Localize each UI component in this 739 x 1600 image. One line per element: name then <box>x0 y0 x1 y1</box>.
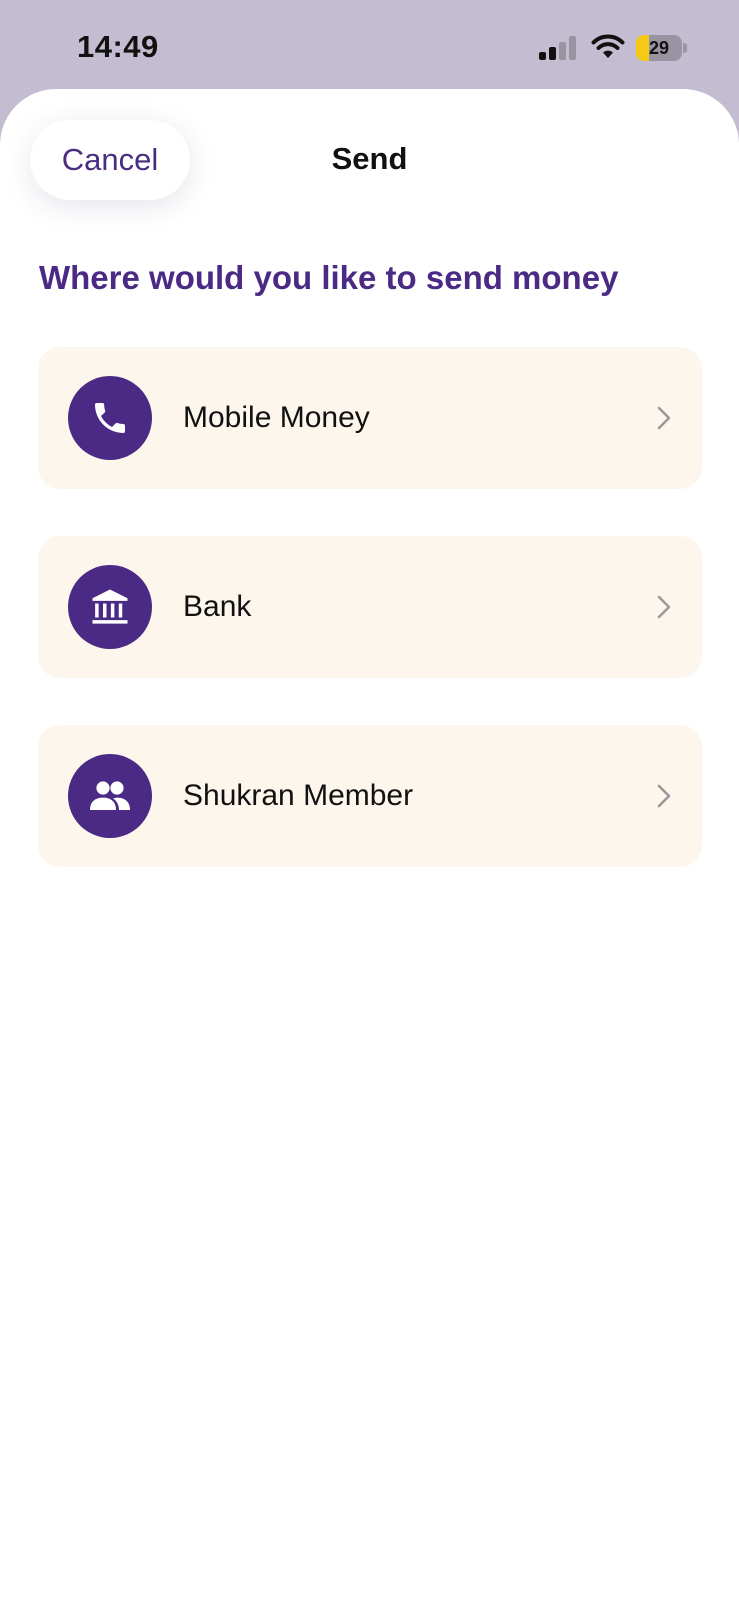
battery-level: 29 <box>648 38 670 58</box>
bank-icon <box>68 565 152 649</box>
chevron-right-icon <box>657 595 671 619</box>
sheet-title: Send <box>331 141 408 176</box>
wifi-icon <box>591 34 625 58</box>
prompt-heading: Where would you like to send money <box>39 259 619 296</box>
phone-icon <box>68 376 152 460</box>
option-bank[interactable]: Bank <box>38 536 702 678</box>
battery-tip <box>683 43 687 53</box>
option-shukran-member[interactable]: Shukran Member <box>38 725 702 867</box>
status-time: 14:49 <box>77 29 159 64</box>
battery-indicator: 29 <box>636 35 687 61</box>
option-mobile-money[interactable]: Mobile Money <box>38 347 702 489</box>
screen: 14:49 29 Cancel Send Where would you lik… <box>0 0 739 1600</box>
status-bar: 14:49 29 <box>0 0 739 90</box>
option-label: Shukran Member <box>183 779 414 812</box>
chevron-right-icon <box>657 784 671 808</box>
people-icon <box>68 754 152 838</box>
option-label: Bank <box>183 590 252 623</box>
chevron-right-icon <box>657 406 671 430</box>
send-option-list: Mobile Money Bank Shukran Member <box>38 347 702 914</box>
send-sheet: Cancel Send Where would you like to send… <box>0 89 739 1600</box>
cellular-signal-icon <box>539 36 576 60</box>
battery-body: 29 <box>636 35 682 61</box>
option-label: Mobile Money <box>183 401 370 434</box>
